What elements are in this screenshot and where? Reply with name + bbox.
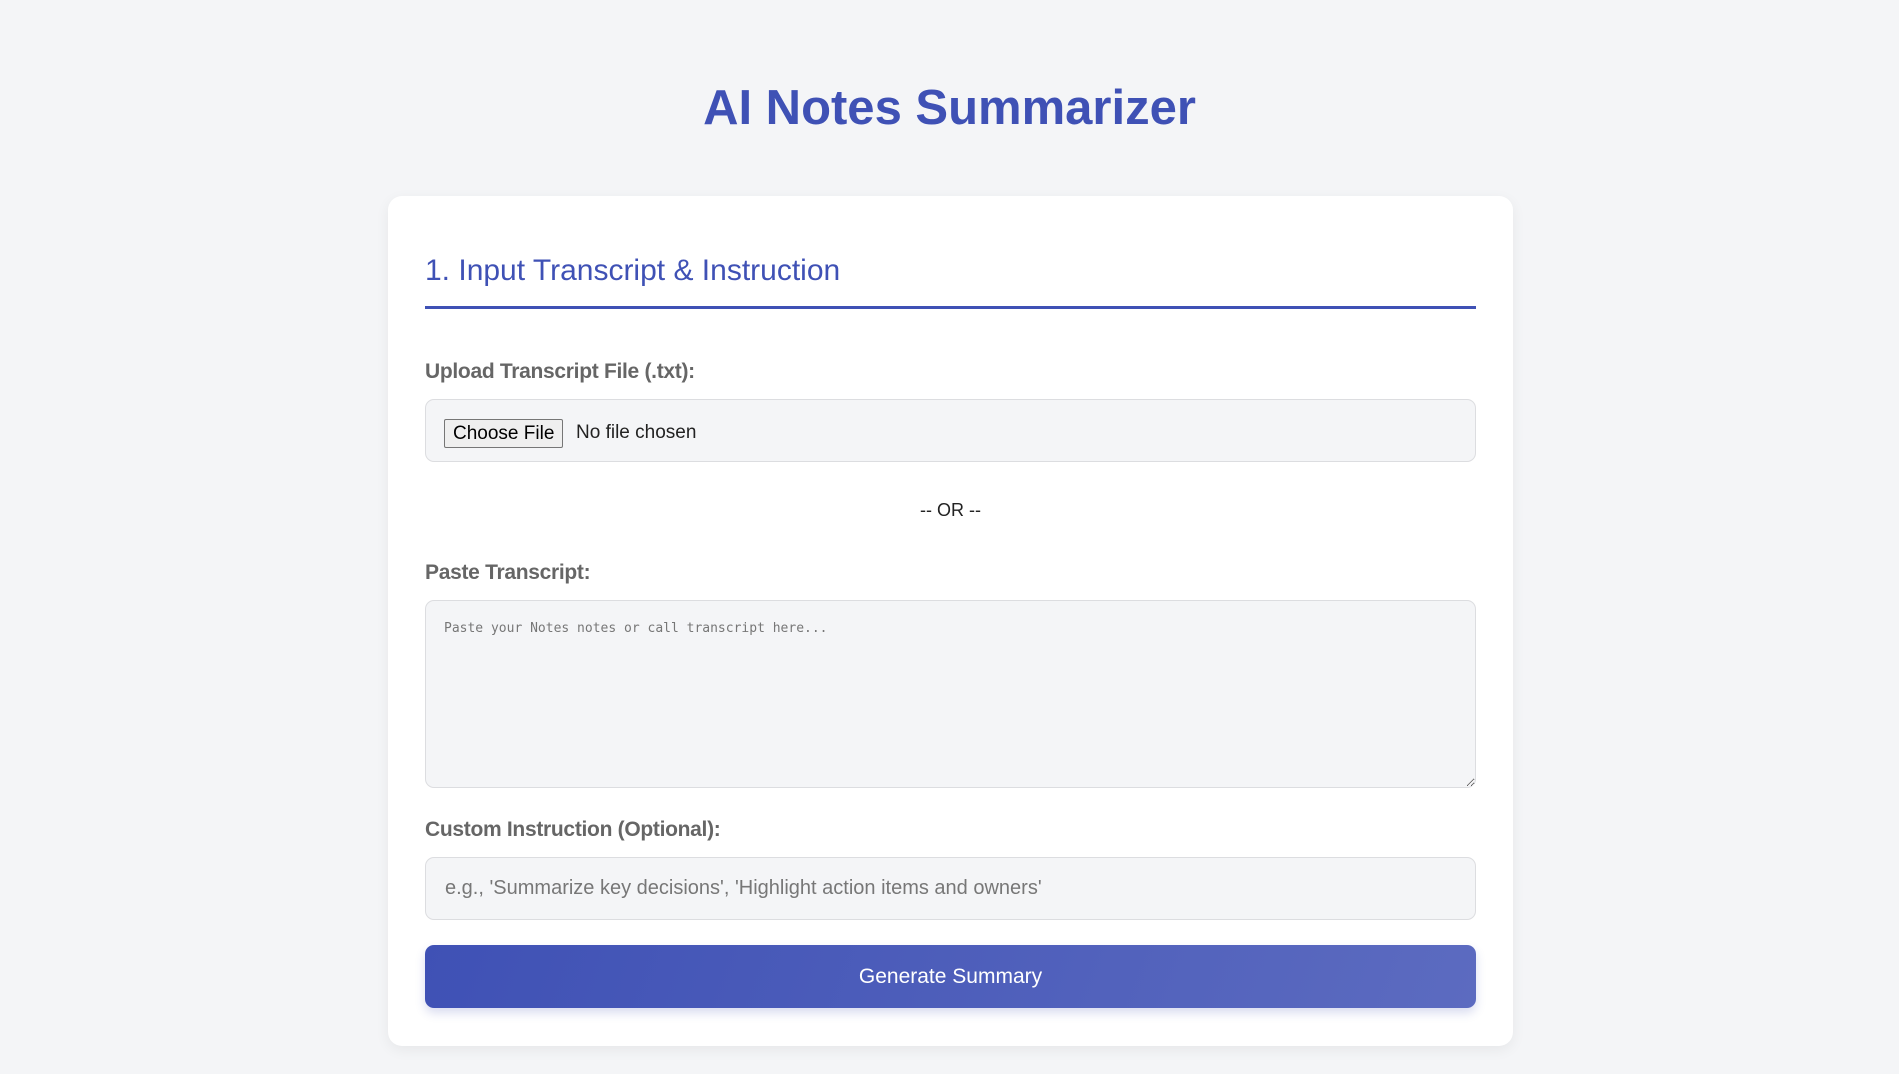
input-card: 1. Input Transcript & Instruction Upload… (388, 196, 1513, 1046)
generate-summary-button[interactable]: Generate Summary (425, 945, 1476, 1008)
instruction-input[interactable] (425, 857, 1476, 920)
page-title: AI Notes Summarizer (703, 81, 1196, 135)
paste-label: Paste Transcript: (425, 561, 591, 584)
instruction-label: Custom Instruction (Optional): (425, 818, 721, 841)
or-divider: -- OR -- (920, 500, 981, 520)
no-file-text: No file chosen (576, 422, 697, 443)
upload-label: Upload Transcript File (.txt): (425, 360, 695, 383)
section-heading: 1. Input Transcript & Instruction (425, 254, 1476, 309)
file-upload-field[interactable]: Choose File No file chosen (425, 399, 1476, 462)
transcript-textarea[interactable] (425, 600, 1476, 788)
choose-file-button[interactable]: Choose File (444, 419, 564, 448)
